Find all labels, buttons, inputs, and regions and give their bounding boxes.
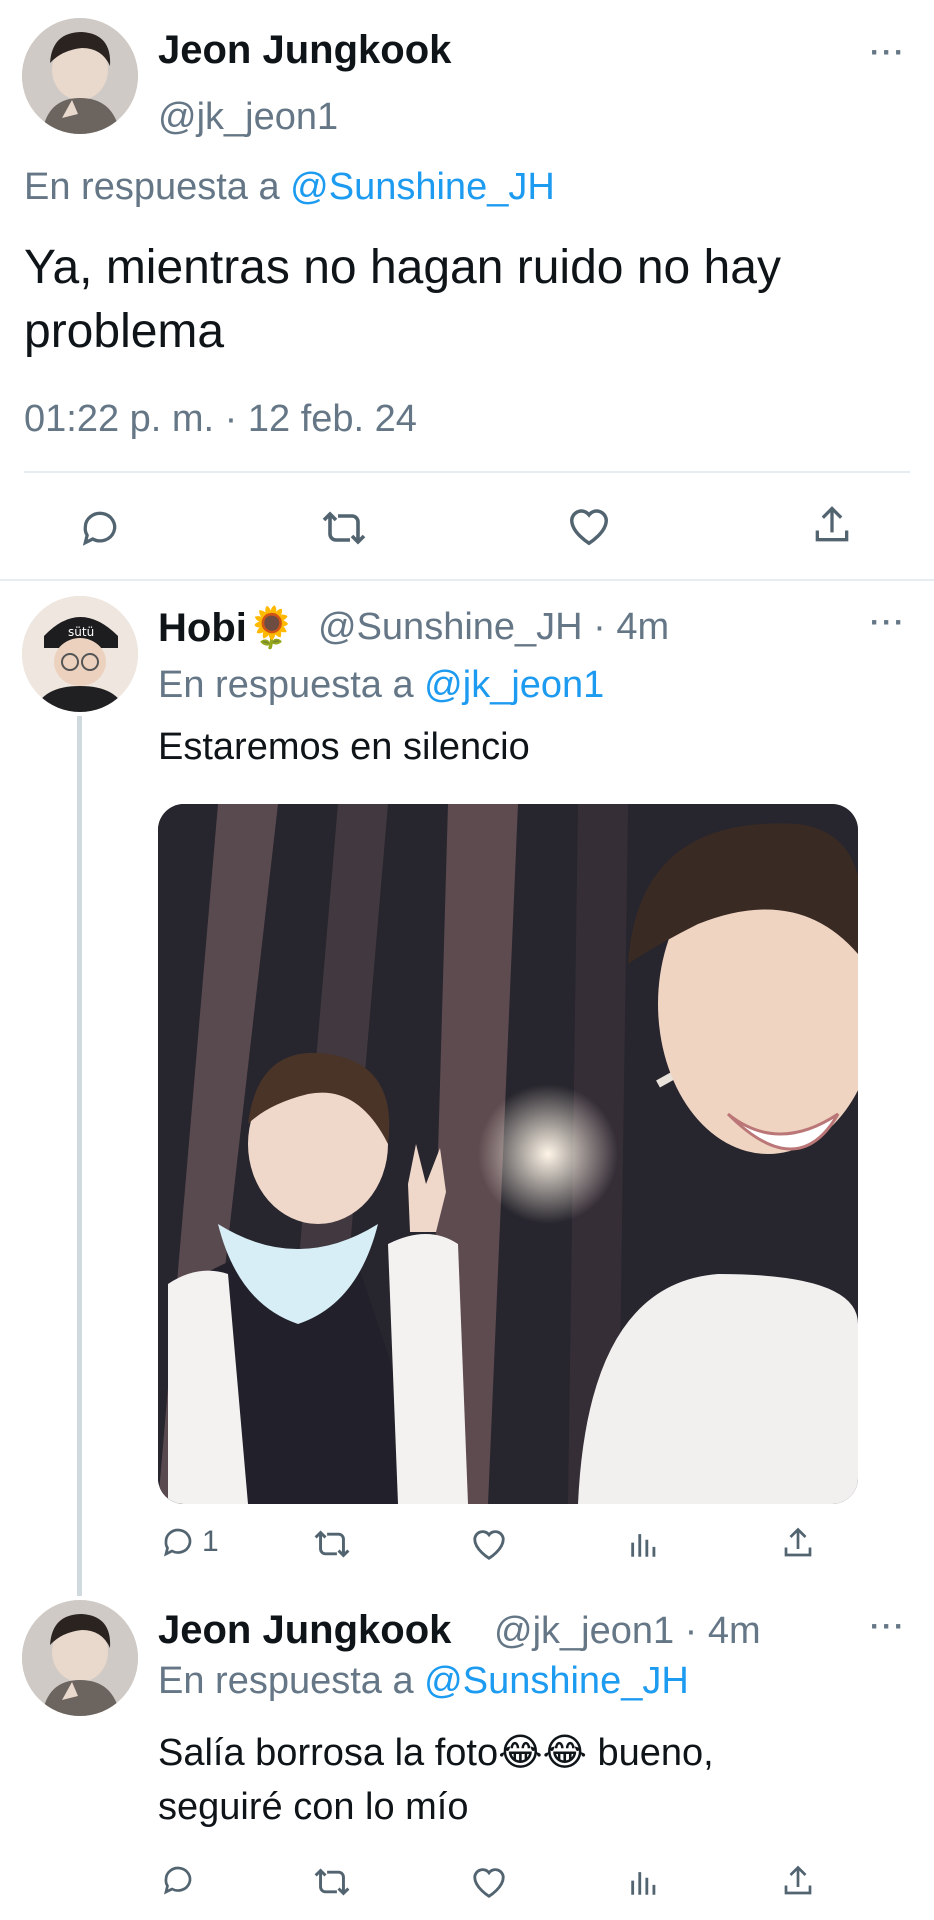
retweet-icon bbox=[322, 511, 366, 545]
handle-time[interactable]: @jk_jeon1 · 4m bbox=[494, 1610, 761, 1653]
reply-button[interactable]: 1 bbox=[160, 1524, 219, 1560]
retweet-icon bbox=[314, 1868, 350, 1896]
handle-time[interactable]: @Sunshine_JH · 4m bbox=[318, 606, 669, 649]
reply-context: En respuesta a @jk_jeon1 bbox=[158, 664, 604, 707]
reply-icon bbox=[82, 511, 117, 546]
reply-count: 1 bbox=[202, 1525, 219, 1558]
like-icon bbox=[473, 1530, 505, 1560]
retweet-button[interactable] bbox=[312, 1864, 352, 1900]
retweet-button[interactable] bbox=[320, 506, 368, 550]
share-icon bbox=[784, 1865, 812, 1895]
like-button[interactable] bbox=[566, 504, 612, 548]
reply-icon bbox=[163, 1866, 192, 1895]
reply-icon bbox=[163, 1528, 192, 1557]
like-icon bbox=[570, 509, 608, 546]
tweet-photo[interactable] bbox=[158, 804, 858, 1504]
thread-line bbox=[77, 716, 82, 1596]
retweet-button[interactable] bbox=[312, 1526, 352, 1562]
share-button[interactable] bbox=[780, 1862, 816, 1900]
reply-to-link[interactable]: @jk_jeon1 bbox=[424, 664, 604, 706]
reply-prefix: En respuesta a bbox=[24, 166, 280, 208]
share-button[interactable] bbox=[810, 502, 854, 548]
tweet-text-line-1: Salía borrosa la foto😂😂 bueno, bbox=[158, 1732, 714, 1774]
handle[interactable]: @jk_jeon1 bbox=[158, 96, 338, 139]
display-name[interactable]: Jeon Jungkook bbox=[158, 1608, 451, 1653]
share-button[interactable] bbox=[780, 1524, 816, 1562]
reply-prefix: En respuesta a bbox=[158, 664, 414, 706]
display-name[interactable]: Jeon Jungkook bbox=[158, 28, 451, 73]
stats-icon bbox=[631, 1872, 656, 1895]
reply-prefix: En respuesta a bbox=[158, 1660, 414, 1702]
more-dots-icon[interactable]: ··· bbox=[870, 36, 906, 70]
section-divider bbox=[0, 579, 934, 581]
reply-context: En respuesta a @Sunshine_JH bbox=[24, 166, 555, 209]
divider bbox=[24, 471, 910, 473]
avatar-jungkook[interactable] bbox=[22, 18, 138, 134]
like-button[interactable] bbox=[470, 1526, 508, 1562]
tweet-text: Estaremos en silencio bbox=[158, 726, 530, 768]
stats-button[interactable] bbox=[627, 1526, 661, 1562]
display-name[interactable]: Hobi🌻 bbox=[158, 604, 297, 651]
reply-button[interactable] bbox=[160, 1862, 196, 1898]
avatar-jungkook[interactable] bbox=[22, 1600, 138, 1716]
reply-to-link[interactable]: @Sunshine_JH bbox=[290, 166, 555, 208]
retweet-icon bbox=[314, 1530, 350, 1558]
share-icon bbox=[815, 506, 849, 542]
more-dots-icon[interactable]: ··· bbox=[870, 606, 906, 640]
avatar-hobi[interactable]: sütü bbox=[22, 596, 138, 712]
share-icon bbox=[784, 1527, 812, 1557]
svg-text:sütü: sütü bbox=[68, 625, 94, 639]
more-dots-icon[interactable]: ··· bbox=[870, 1610, 906, 1644]
like-icon bbox=[473, 1868, 505, 1898]
tweet-text-line-2: seguiré con lo mío bbox=[158, 1786, 469, 1828]
timestamp[interactable]: 01:22 p. m. · 12 feb. 24 bbox=[24, 398, 417, 441]
like-button[interactable] bbox=[470, 1864, 508, 1900]
reply-to-link[interactable]: @Sunshine_JH bbox=[424, 1660, 689, 1702]
stats-icon bbox=[631, 1534, 656, 1557]
reply-context: En respuesta a @Sunshine_JH bbox=[158, 1660, 689, 1703]
stats-button[interactable] bbox=[627, 1864, 661, 1900]
reply-button[interactable] bbox=[78, 506, 122, 550]
tweet-text: Ya, mientras no hagan ruido no hay probl… bbox=[24, 241, 781, 358]
